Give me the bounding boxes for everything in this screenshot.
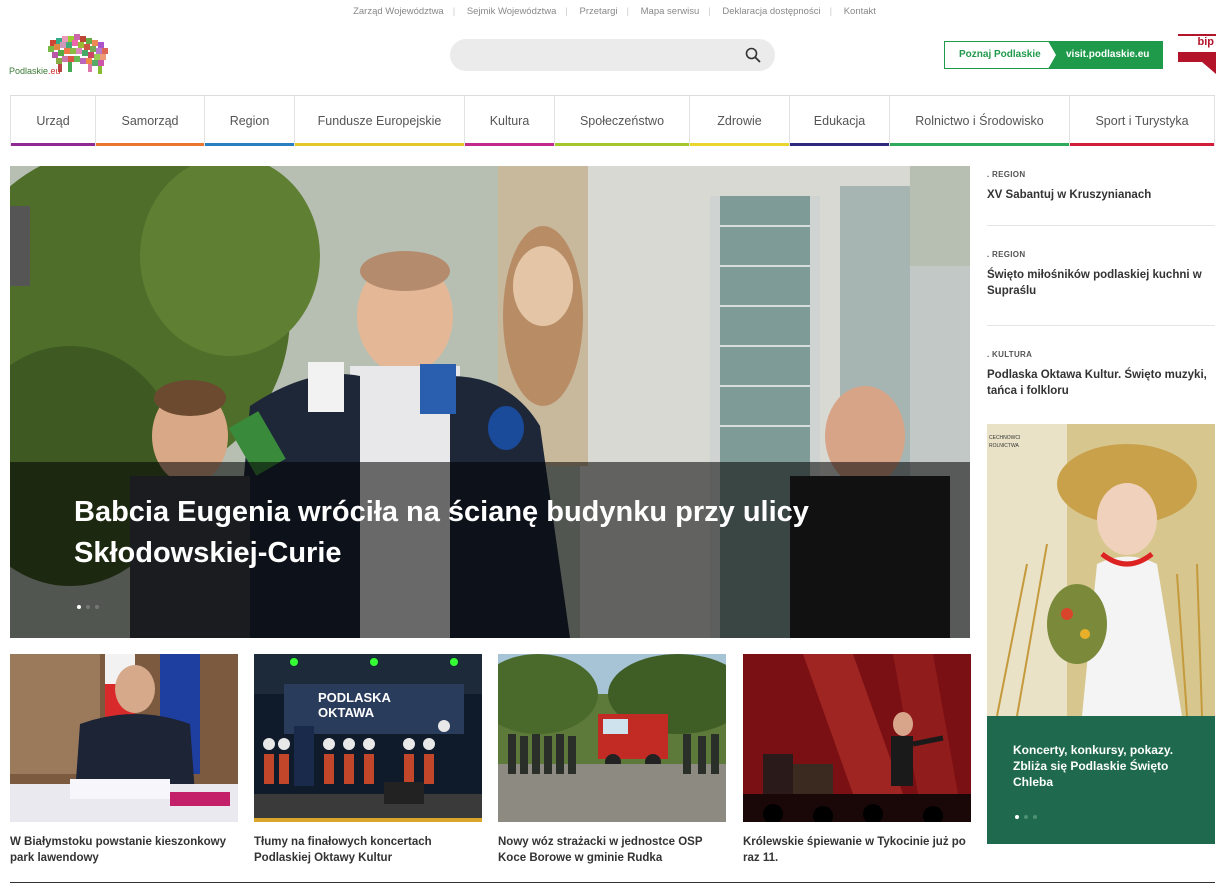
nav-item-samorzad[interactable]: Samorząd xyxy=(96,96,205,146)
nav-item-label: Fundusze Europejskie xyxy=(317,114,442,128)
top-link-deklaracja[interactable]: Deklaracja dostępności xyxy=(713,6,829,17)
news-card-title[interactable]: Nowy wóz strażacki w jednostce OSP Koce … xyxy=(498,834,726,866)
news-card-title[interactable]: Królewskie śpiewanie w Tykocinie już po … xyxy=(743,834,971,866)
nav-color-bar xyxy=(555,143,689,146)
side-news-list: . REGION XV Sabantuj w Kruszynianach . R… xyxy=(987,166,1215,416)
nav-item-label: Sport i Turystyka xyxy=(1095,114,1189,128)
news-card[interactable]: Królewskie śpiewanie w Tykocinie już po … xyxy=(743,654,971,866)
side-news-title[interactable]: Święto miłośników podlaskiej kuchni w Su… xyxy=(987,267,1215,299)
nav-color-bar xyxy=(890,143,1069,146)
nav-color-bar xyxy=(205,143,294,146)
nav-item-label: Region xyxy=(229,114,270,128)
main-navigation: Urząd Samorząd Region Fundusze Europejsk… xyxy=(10,95,1215,146)
side-news-category: . KULTURA xyxy=(987,350,1033,359)
nav-item-urzad[interactable]: Urząd xyxy=(10,96,96,146)
side-news-item[interactable]: . REGION XV Sabantuj w Kruszynianach xyxy=(987,166,1215,226)
bottom-divider xyxy=(10,882,1215,883)
nav-color-bar xyxy=(11,143,95,146)
promo-slider[interactable]: CECHNOWCI ROLNICTWA Koncerty, konkursy, … xyxy=(987,424,1215,844)
top-link-mapa[interactable]: Mapa serwisu xyxy=(632,6,709,17)
separator: | xyxy=(708,6,711,17)
nav-item-fundusze[interactable]: Fundusze Europejskie xyxy=(295,96,465,146)
top-link-kontakt[interactable]: Kontakt xyxy=(835,6,885,17)
nav-item-label: Kultura xyxy=(489,114,530,128)
side-news-item[interactable]: . KULTURA Podlaska Oktawa Kultur. Święto… xyxy=(987,326,1215,416)
nav-color-bar xyxy=(790,143,889,146)
top-links: Zarząd Województwa | Sejmik Województwa | … xyxy=(0,6,1229,17)
bip-logo[interactable]: bip xyxy=(1178,34,1216,74)
top-link-przetargi[interactable]: Przetargi xyxy=(571,6,627,17)
side-news-item[interactable]: . REGION Święto miłośników podlaskiej ku… xyxy=(987,226,1215,326)
hero-dot-2[interactable] xyxy=(86,605,90,609)
nav-item-edukacja[interactable]: Edukacja xyxy=(790,96,890,146)
visit-podlaskie-button[interactable]: Poznaj Podlaskie visit.podlaskie.eu xyxy=(944,41,1163,69)
nav-item-label: Edukacja xyxy=(813,114,866,128)
promo-photo xyxy=(987,424,1215,716)
logo-text-main: Podlaskie xyxy=(9,66,49,76)
separator: | xyxy=(452,6,456,17)
news-card-image[interactable]: PODLASKA OKTAWA xyxy=(254,654,482,822)
search-input[interactable] xyxy=(450,39,775,71)
visit-left-label: Poznaj Podlaskie xyxy=(944,41,1054,69)
nav-item-label: Rolnictwo i Środowisko xyxy=(915,114,1044,128)
top-link-sejmik[interactable]: Sejmik Województwa xyxy=(458,6,566,17)
hero-title[interactable]: Babcia Eugenia wróciła na ścianę budynku… xyxy=(74,492,894,574)
separator: | xyxy=(829,6,833,17)
nav-item-region[interactable]: Region xyxy=(205,96,295,146)
news-card[interactable]: W Białymstoku powstanie kieszonkowy park… xyxy=(10,654,238,866)
side-news-title[interactable]: Podlaska Oktawa Kultur. Święto muzyki, t… xyxy=(987,367,1215,399)
separator: | xyxy=(626,6,629,17)
promo-dot-1[interactable] xyxy=(1015,815,1019,819)
promo-dot-2[interactable] xyxy=(1024,815,1028,819)
hero-slider[interactable]: Babcia Eugenia wróciła na ścianę budynku… xyxy=(10,166,970,638)
news-card[interactable]: PODLASKA OKTAWA Tłumy na finałowych konc… xyxy=(254,654,482,866)
nav-item-label: Samorząd xyxy=(121,114,179,128)
promo-panel: Koncerty, konkursy, pokazy. Zbliża się P… xyxy=(987,716,1215,844)
news-card[interactable]: Nowy wóz strażacki w jednostce OSP Koce … xyxy=(498,654,726,866)
news-card-title[interactable]: Tłumy na finałowych koncertach Podlaskie… xyxy=(254,834,482,866)
separator: | xyxy=(565,6,568,17)
news-card-image[interactable] xyxy=(498,654,726,822)
search-icon[interactable] xyxy=(745,47,761,63)
hero-pagination xyxy=(77,596,104,614)
side-news-title[interactable]: XV Sabantuj w Kruszynianach xyxy=(987,187,1215,203)
nav-item-label: Urząd xyxy=(36,114,70,128)
promo-dot-3[interactable] xyxy=(1033,815,1037,819)
logo-text: Podlaskie.eu xyxy=(9,66,61,76)
nav-item-rolnictwo[interactable]: Rolnictwo i Środowisko xyxy=(890,96,1070,146)
nav-item-spoleczenstwo[interactable]: Społeczeństwo xyxy=(555,96,690,146)
nav-item-label: Zdrowie xyxy=(717,114,762,128)
news-card-image[interactable] xyxy=(743,654,971,822)
nav-item-sport[interactable]: Sport i Turystyka xyxy=(1070,96,1215,146)
nav-color-bar xyxy=(96,143,204,146)
hero-dot-3[interactable] xyxy=(95,605,99,609)
hero-dot-1[interactable] xyxy=(77,605,81,609)
promo-poster-text: CECHNOWCI ROLNICTWA xyxy=(989,435,1021,449)
promo-title[interactable]: Koncerty, konkursy, pokazy. Zbliża się P… xyxy=(1013,742,1203,790)
side-news-category: . REGION xyxy=(987,250,1026,259)
promo-pagination xyxy=(1015,806,1042,824)
nav-color-bar xyxy=(690,143,789,146)
site-logo[interactable]: Podlaskie.eu xyxy=(8,32,116,78)
side-news-category: . REGION xyxy=(987,170,1026,179)
news-card-image[interactable] xyxy=(10,654,238,822)
nav-item-label: Społeczeństwo xyxy=(579,114,665,128)
nav-color-bar xyxy=(295,143,464,146)
top-link-zarzad[interactable]: Zarząd Województwa xyxy=(344,6,453,17)
nav-color-bar xyxy=(1070,143,1214,146)
nav-color-bar xyxy=(465,143,554,146)
bip-label: bip xyxy=(1197,36,1215,48)
nav-item-kultura[interactable]: Kultura xyxy=(465,96,555,146)
news-card-title[interactable]: W Białymstoku powstanie kieszonkowy park… xyxy=(10,834,238,866)
nav-item-zdrowie[interactable]: Zdrowie xyxy=(690,96,790,146)
logo-text-suffix: .eu xyxy=(48,66,61,76)
stage-banner-text: PODLASKA OKTAWA xyxy=(318,690,391,720)
visit-right-label: visit.podlaskie.eu xyxy=(1048,41,1163,69)
